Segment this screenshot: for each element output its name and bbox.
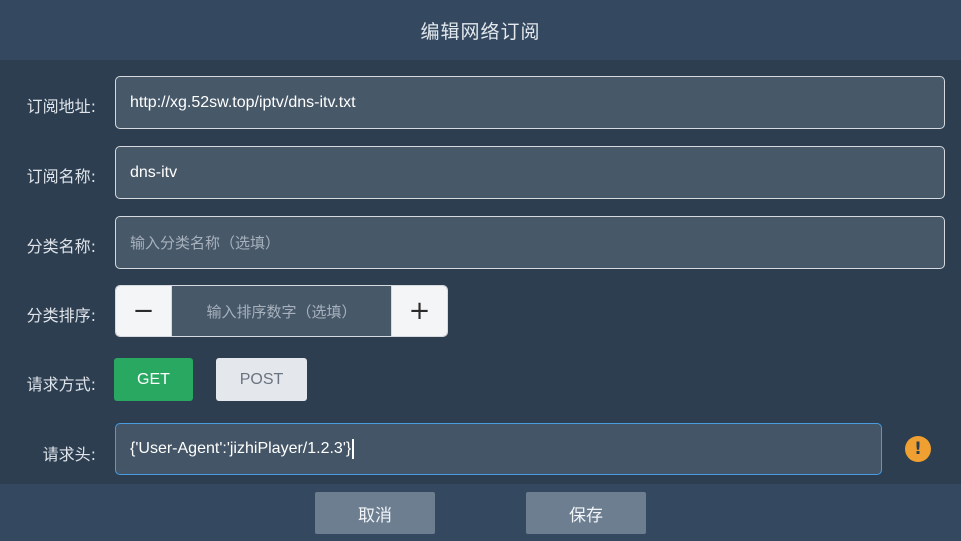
- url-input[interactable]: http://xg.52sw.top/iptv/dns-itv.txt: [115, 76, 945, 129]
- headers-label: 请求头:: [42, 445, 96, 464]
- dialog-title: 编辑网络订阅: [420, 20, 541, 43]
- decrement-button[interactable]: −: [116, 286, 171, 336]
- increment-button[interactable]: +: [392, 286, 447, 336]
- subscription-form: 订阅地址: http://xg.52sw.top/iptv/dns-itv.tx…: [0, 60, 961, 484]
- category-placeholder: 输入分类名称（选填）: [130, 234, 281, 252]
- url-value: http://xg.52sw.top/iptv/dns-itv.txt: [130, 93, 356, 111]
- headers-value: {'User-Agent':'jizhiPlayer/1.2.3'}: [130, 440, 352, 457]
- url-label: 订阅地址:: [26, 97, 96, 116]
- save-button[interactable]: 保存: [526, 492, 646, 534]
- edit-subscription-dialog: 编辑网络订阅 订阅地址: http://xg.52sw.top/iptv/dns…: [0, 0, 961, 541]
- dialog-footer: 取消 保存: [0, 484, 961, 541]
- name-label: 订阅名称:: [26, 167, 96, 186]
- exclamation-icon[interactable]: !: [905, 436, 931, 462]
- method-post-button[interactable]: POST: [216, 358, 307, 401]
- order-stepper: − 输入排序数字（选填） +: [115, 285, 448, 337]
- category-label: 分类名称:: [26, 237, 96, 256]
- name-value: dns-itv: [130, 163, 178, 181]
- method-label: 请求方式:: [26, 375, 96, 394]
- order-input[interactable]: 输入排序数字（选填）: [171, 286, 392, 336]
- method-get-button[interactable]: GET: [114, 358, 193, 401]
- order-label: 分类排序:: [26, 306, 96, 325]
- order-placeholder: 输入排序数字（选填）: [206, 302, 357, 321]
- dialog-header: 编辑网络订阅: [0, 0, 961, 60]
- category-input[interactable]: 输入分类名称（选填）: [115, 216, 945, 269]
- name-input[interactable]: dns-itv: [115, 146, 945, 199]
- headers-input[interactable]: {'User-Agent':'jizhiPlayer/1.2.3'}: [115, 423, 882, 475]
- cancel-button[interactable]: 取消: [315, 492, 435, 534]
- text-caret: [352, 439, 354, 459]
